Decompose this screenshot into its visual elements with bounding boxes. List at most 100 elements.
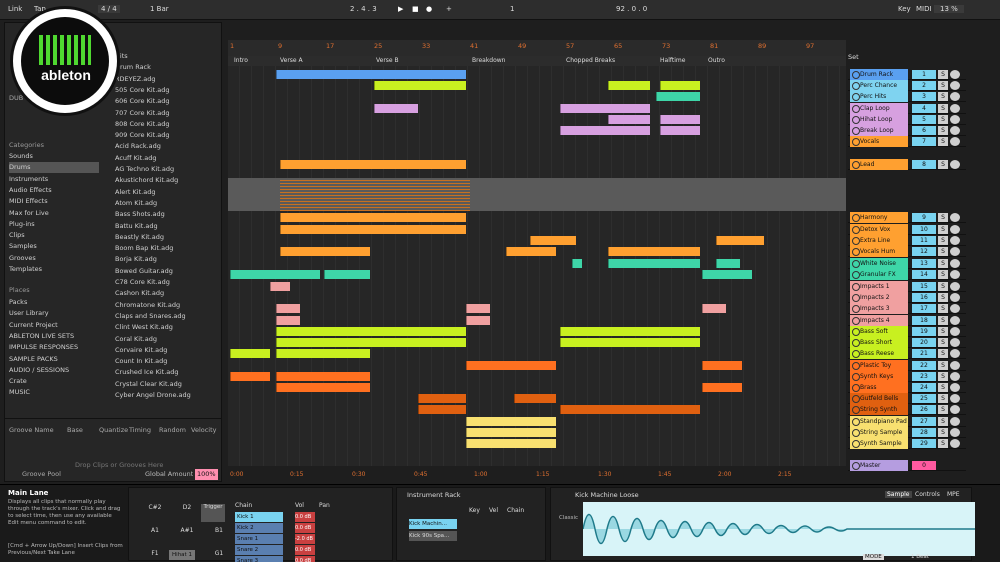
browser-file-item[interactable]: 707 Core Kit.adg [115,108,219,119]
solo-button[interactable]: S [938,247,948,256]
quantize-menu[interactable]: 1 Bar [150,5,169,13]
category-midi-effects[interactable]: MIDI Effects [9,196,99,207]
category-audio-effects[interactable]: Audio Effects [9,185,99,196]
solo-button[interactable]: S [938,316,948,325]
track-header[interactable]: Impacts 4 18 S [848,315,966,326]
browser-file-item[interactable]: AG Techno Kit.adg [115,164,219,175]
track-name[interactable]: Detox Vox [850,224,908,235]
arrangement-clip[interactable] [418,405,466,414]
track-name[interactable]: Extra Line [850,235,908,246]
solo-button[interactable]: S [938,126,948,135]
record-arm-icon[interactable] [950,282,960,291]
arrangement-clip[interactable] [560,338,700,347]
track-name[interactable]: Vocals [850,136,908,147]
master-number[interactable]: 0 [912,461,936,470]
solo-button[interactable]: S [938,92,948,101]
sample-tab[interactable]: Sample [885,491,912,498]
track-number[interactable]: 8 [912,160,936,169]
browser-file-item[interactable]: Crystal Clear Kit.adg [115,379,219,390]
track-number[interactable]: 14 [912,270,936,279]
record-arm-icon[interactable] [950,270,960,279]
track-header[interactable]: String Synth 26 S [848,404,966,415]
track-number[interactable]: 9 [912,213,936,222]
solo-button[interactable]: S [938,293,948,302]
browser-file-item[interactable]: Clint West Kit.adg [115,322,219,333]
arrangement-clip[interactable] [276,316,300,325]
solo-button[interactable]: S [938,259,948,268]
locator-marker[interactable]: Outro [708,57,725,64]
track-header[interactable]: Vocals Hum 12 S [848,246,966,257]
solo-button[interactable]: S [938,115,948,124]
record-arm-icon[interactable] [950,405,960,414]
arrangement-clip[interactable] [280,247,370,256]
arrangement-clip[interactable] [466,439,556,448]
record-arm-icon[interactable] [950,247,960,256]
track-name[interactable]: Hihat Loop [850,114,908,125]
track-number[interactable]: 2 [912,81,936,90]
time-signature[interactable]: 4 / 4 [98,5,120,13]
record-arm-icon[interactable] [950,70,960,79]
record-icon[interactable]: ● [426,5,432,13]
browser-file-item[interactable]: Drum Rack [115,62,219,73]
arrangement-clip[interactable] [716,259,740,268]
drum-chain[interactable]: Snare 1 [235,534,283,544]
place-item[interactable]: SAMPLE PACKS [9,354,99,365]
record-arm-icon[interactable] [950,417,960,426]
record-arm-icon[interactable] [950,104,960,113]
track-name[interactable]: String Synth [850,404,908,415]
drum-pad[interactable]: A#1 [175,527,199,537]
chain-volume[interactable]: 0.0 dB [295,523,315,533]
browser-file-item[interactable]: Chromatone Kit.adg [115,300,219,311]
track-number[interactable]: 1 [912,70,936,79]
arrangement-clip[interactable] [374,104,418,113]
browser-file-item[interactable]: Hits [115,51,219,62]
solo-button[interactable]: S [938,439,948,448]
record-arm-icon[interactable] [950,338,960,347]
track-header[interactable]: Brass 24 S [848,382,966,393]
browser-file-item[interactable]: Cyber Angel Drone.adg [115,390,219,401]
groove-pool-label[interactable]: Groove Pool [22,469,61,480]
arrangement-clip[interactable] [466,428,556,437]
browser-file-item[interactable]: Corvaire Kit.adg [115,345,219,356]
track-header[interactable]: Impacts 1 15 S [848,281,966,292]
rack-chain-2[interactable]: Kick 90s Spa... [409,531,457,541]
midi-map-button[interactable]: MIDI [916,5,932,13]
track-name[interactable]: String Sample [850,427,908,438]
place-item[interactable]: IMPULSE RESPONSES [9,342,99,353]
track-number[interactable]: 29 [912,439,936,448]
browser-file-item[interactable]: Akustichord Kit.adg [115,175,219,186]
track-number[interactable]: 3 [912,92,936,101]
arrangement-clip[interactable] [702,304,726,313]
arrangement-clip[interactable] [514,394,556,403]
browser-file-item[interactable]: Crushed Ice Kit.adg [115,367,219,378]
browser-file-item[interactable]: Coral Kit.adg [115,334,219,345]
trigger-button[interactable]: Trigger [201,504,225,522]
solo-button[interactable]: S [938,137,948,146]
category-max-for-live[interactable]: Max for Live [9,208,99,219]
category-sounds[interactable]: Sounds [9,151,99,162]
rack-chain-1[interactable]: Kick Machin... [409,519,457,529]
arrangement-clip[interactable] [530,236,576,245]
vel-tab[interactable]: Vel [489,507,498,514]
track-name[interactable]: Perc Hits [850,91,908,102]
record-arm-icon[interactable] [950,304,960,313]
waveform-display[interactable] [582,502,975,556]
solo-button[interactable]: S [938,361,948,370]
track-name[interactable]: White Noise [850,258,908,269]
stop-icon[interactable]: ■ [412,5,419,13]
record-arm-icon[interactable] [950,394,960,403]
browser-file-item[interactable]: 505 Core Kit.adg [115,85,219,96]
solo-button[interactable]: S [938,372,948,381]
place-item[interactable]: ABLETON LIVE SETS [9,331,99,342]
solo-button[interactable]: S [938,70,948,79]
arrangement-clip[interactable] [466,316,490,325]
arrangement-clip[interactable] [324,270,370,279]
solo-button[interactable]: S [938,304,948,313]
track-name[interactable]: Bass Reese [850,348,908,359]
drum-chain[interactable]: Kick 1 [235,512,283,522]
drum-pad[interactable]: D2 [175,504,199,514]
browser-file-item[interactable]: Acid Rack.adg [115,141,219,152]
record-arm-icon[interactable] [950,236,960,245]
track-header[interactable]: Standpiano Pad 27 S [848,416,966,427]
track-header[interactable]: Lead 8 S [848,159,966,170]
